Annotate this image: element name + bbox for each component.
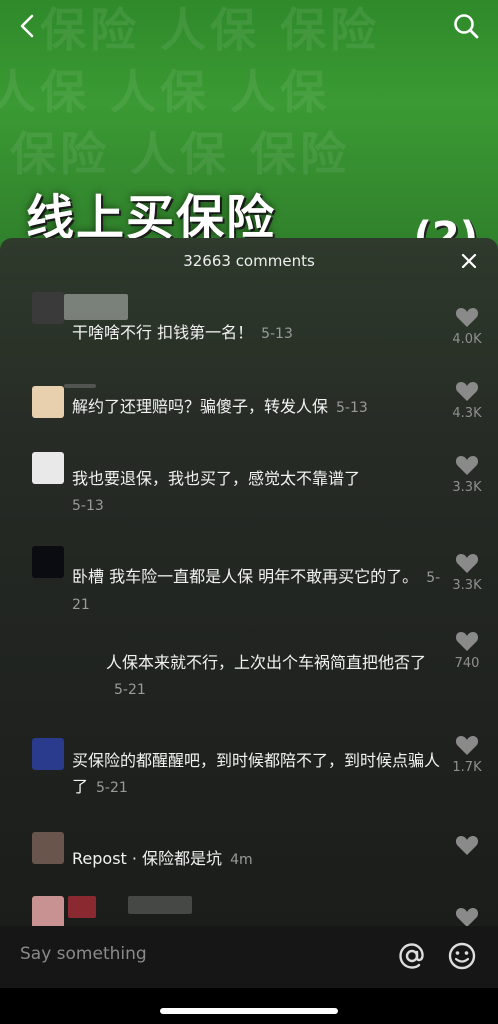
at-icon[interactable] (396, 940, 428, 972)
heart-icon (455, 554, 479, 573)
comment-text: 解约了还理赔吗？骗傻子，转发人保 5-13 (72, 397, 368, 416)
like-count: 3.3K (452, 480, 482, 495)
comment-text: 买保险的都醒醒吧，到时候都陪不了，到时候点骗人了 5-21 (72, 751, 441, 796)
like-button[interactable]: 4.3K (450, 380, 484, 421)
smiley-icon[interactable] (446, 940, 478, 972)
comment-text: Repost · 保险都是坑 4m (72, 849, 253, 868)
comment-item[interactable]: Repost · 保险都是坑 4m (0, 832, 498, 872)
like-button[interactable]: 3.3K (450, 552, 484, 593)
avatar[interactable] (32, 832, 64, 864)
username[interactable] (68, 896, 96, 918)
comment-item[interactable]: 干啥啥不行 扣钱第一名！ 5-13 4.0K (0, 292, 498, 352)
comments-sheet: 32663 comments 干啥啥不行 扣钱第一名！ 5-13 4.0K 解约了… (0, 238, 498, 926)
like-count: 4.0K (452, 332, 482, 347)
like-button[interactable]: 4.0K (450, 306, 484, 347)
avatar[interactable] (32, 738, 64, 770)
search-icon (454, 14, 479, 39)
comment-item[interactable]: 卧槽 我车险一直都是人保 明年不敢再买它的了。 5-21 3.3K (0, 546, 498, 616)
comment-time: 5-13 (336, 400, 368, 416)
comment-text: 我也要退保，我也买了，感觉太不靠谱了 5-13 (72, 469, 361, 514)
comment-input[interactable] (20, 944, 360, 964)
comment-time: 5-21 (114, 682, 146, 698)
chevron-left-icon (20, 14, 34, 38)
heart-icon (455, 908, 479, 926)
comment-text: 人保本来就不行，上次出个车祸简直把他否了5-21 (106, 653, 427, 698)
like-count: 740 (454, 656, 480, 671)
comment-time: 4m (230, 852, 253, 868)
like-button[interactable]: 1.7K (450, 734, 484, 775)
like-button[interactable] (450, 834, 484, 856)
comment-time: 5-21 (96, 780, 128, 796)
video-watermark: 保险 人保 保险 (10, 127, 351, 181)
video-watermark: 人保 人保 人保 (0, 65, 331, 119)
comment-item[interactable]: 我也要退保，我也买了，感觉太不靠谱了 5-13 3.3K (0, 450, 498, 514)
video-background: 保险 人保 保险 人保 人保 人保 保险 人保 保险 线上买保险 (2) (0, 0, 498, 260)
comment-time: 5-13 (72, 498, 104, 514)
heart-icon (455, 632, 479, 651)
avatar[interactable] (32, 452, 64, 484)
like-count: 1.7K (452, 760, 482, 775)
avatar[interactable] (32, 386, 64, 418)
video-watermark: 保险 人保 保险 (40, 3, 381, 57)
comments-header: 32663 comments (0, 238, 498, 284)
heart-icon (455, 382, 479, 401)
avatar[interactable] (32, 546, 64, 578)
home-indicator[interactable] (160, 1008, 338, 1014)
home-indicator-area (0, 988, 498, 1024)
like-count: 3.3K (452, 578, 482, 593)
avatar[interactable] (32, 896, 64, 926)
username[interactable] (64, 294, 128, 320)
search-button[interactable] (448, 8, 484, 44)
comment-item[interactable]: 解约了还理赔吗？骗傻子，转发人保 5-13 4.3K (0, 382, 498, 424)
like-button[interactable]: 3.3K (450, 454, 484, 495)
comment-text: 干啥啥不行 扣钱第一名！ 5-13 (72, 323, 293, 342)
heart-icon (455, 308, 479, 327)
heart-icon (455, 456, 479, 475)
comment-item[interactable]: 买保险的都醒醒吧，到时候都陪不了，到时候点骗人了 5-21 1.7K (0, 736, 498, 804)
close-icon[interactable] (458, 250, 480, 272)
username[interactable] (128, 896, 192, 914)
comments-count-title: 32663 comments (183, 252, 315, 270)
like-button[interactable] (450, 906, 484, 926)
reply-item[interactable]: 人保本来就不行，上次出个车祸简直把他否了5-21 740 (0, 632, 498, 704)
username[interactable] (64, 384, 96, 388)
comment-time: 5-13 (261, 326, 293, 342)
heart-icon (455, 736, 479, 755)
avatar[interactable] (32, 292, 64, 324)
comment-input-bar (0, 926, 498, 988)
heart-icon (455, 836, 479, 855)
comment-text: 卧槽 我车险一直都是人保 明年不敢再买它的了。 5-21 (72, 567, 441, 613)
like-count: 4.3K (452, 406, 482, 421)
back-button[interactable] (10, 8, 46, 44)
like-button[interactable]: 740 (450, 630, 484, 671)
comment-item[interactable] (0, 896, 498, 926)
